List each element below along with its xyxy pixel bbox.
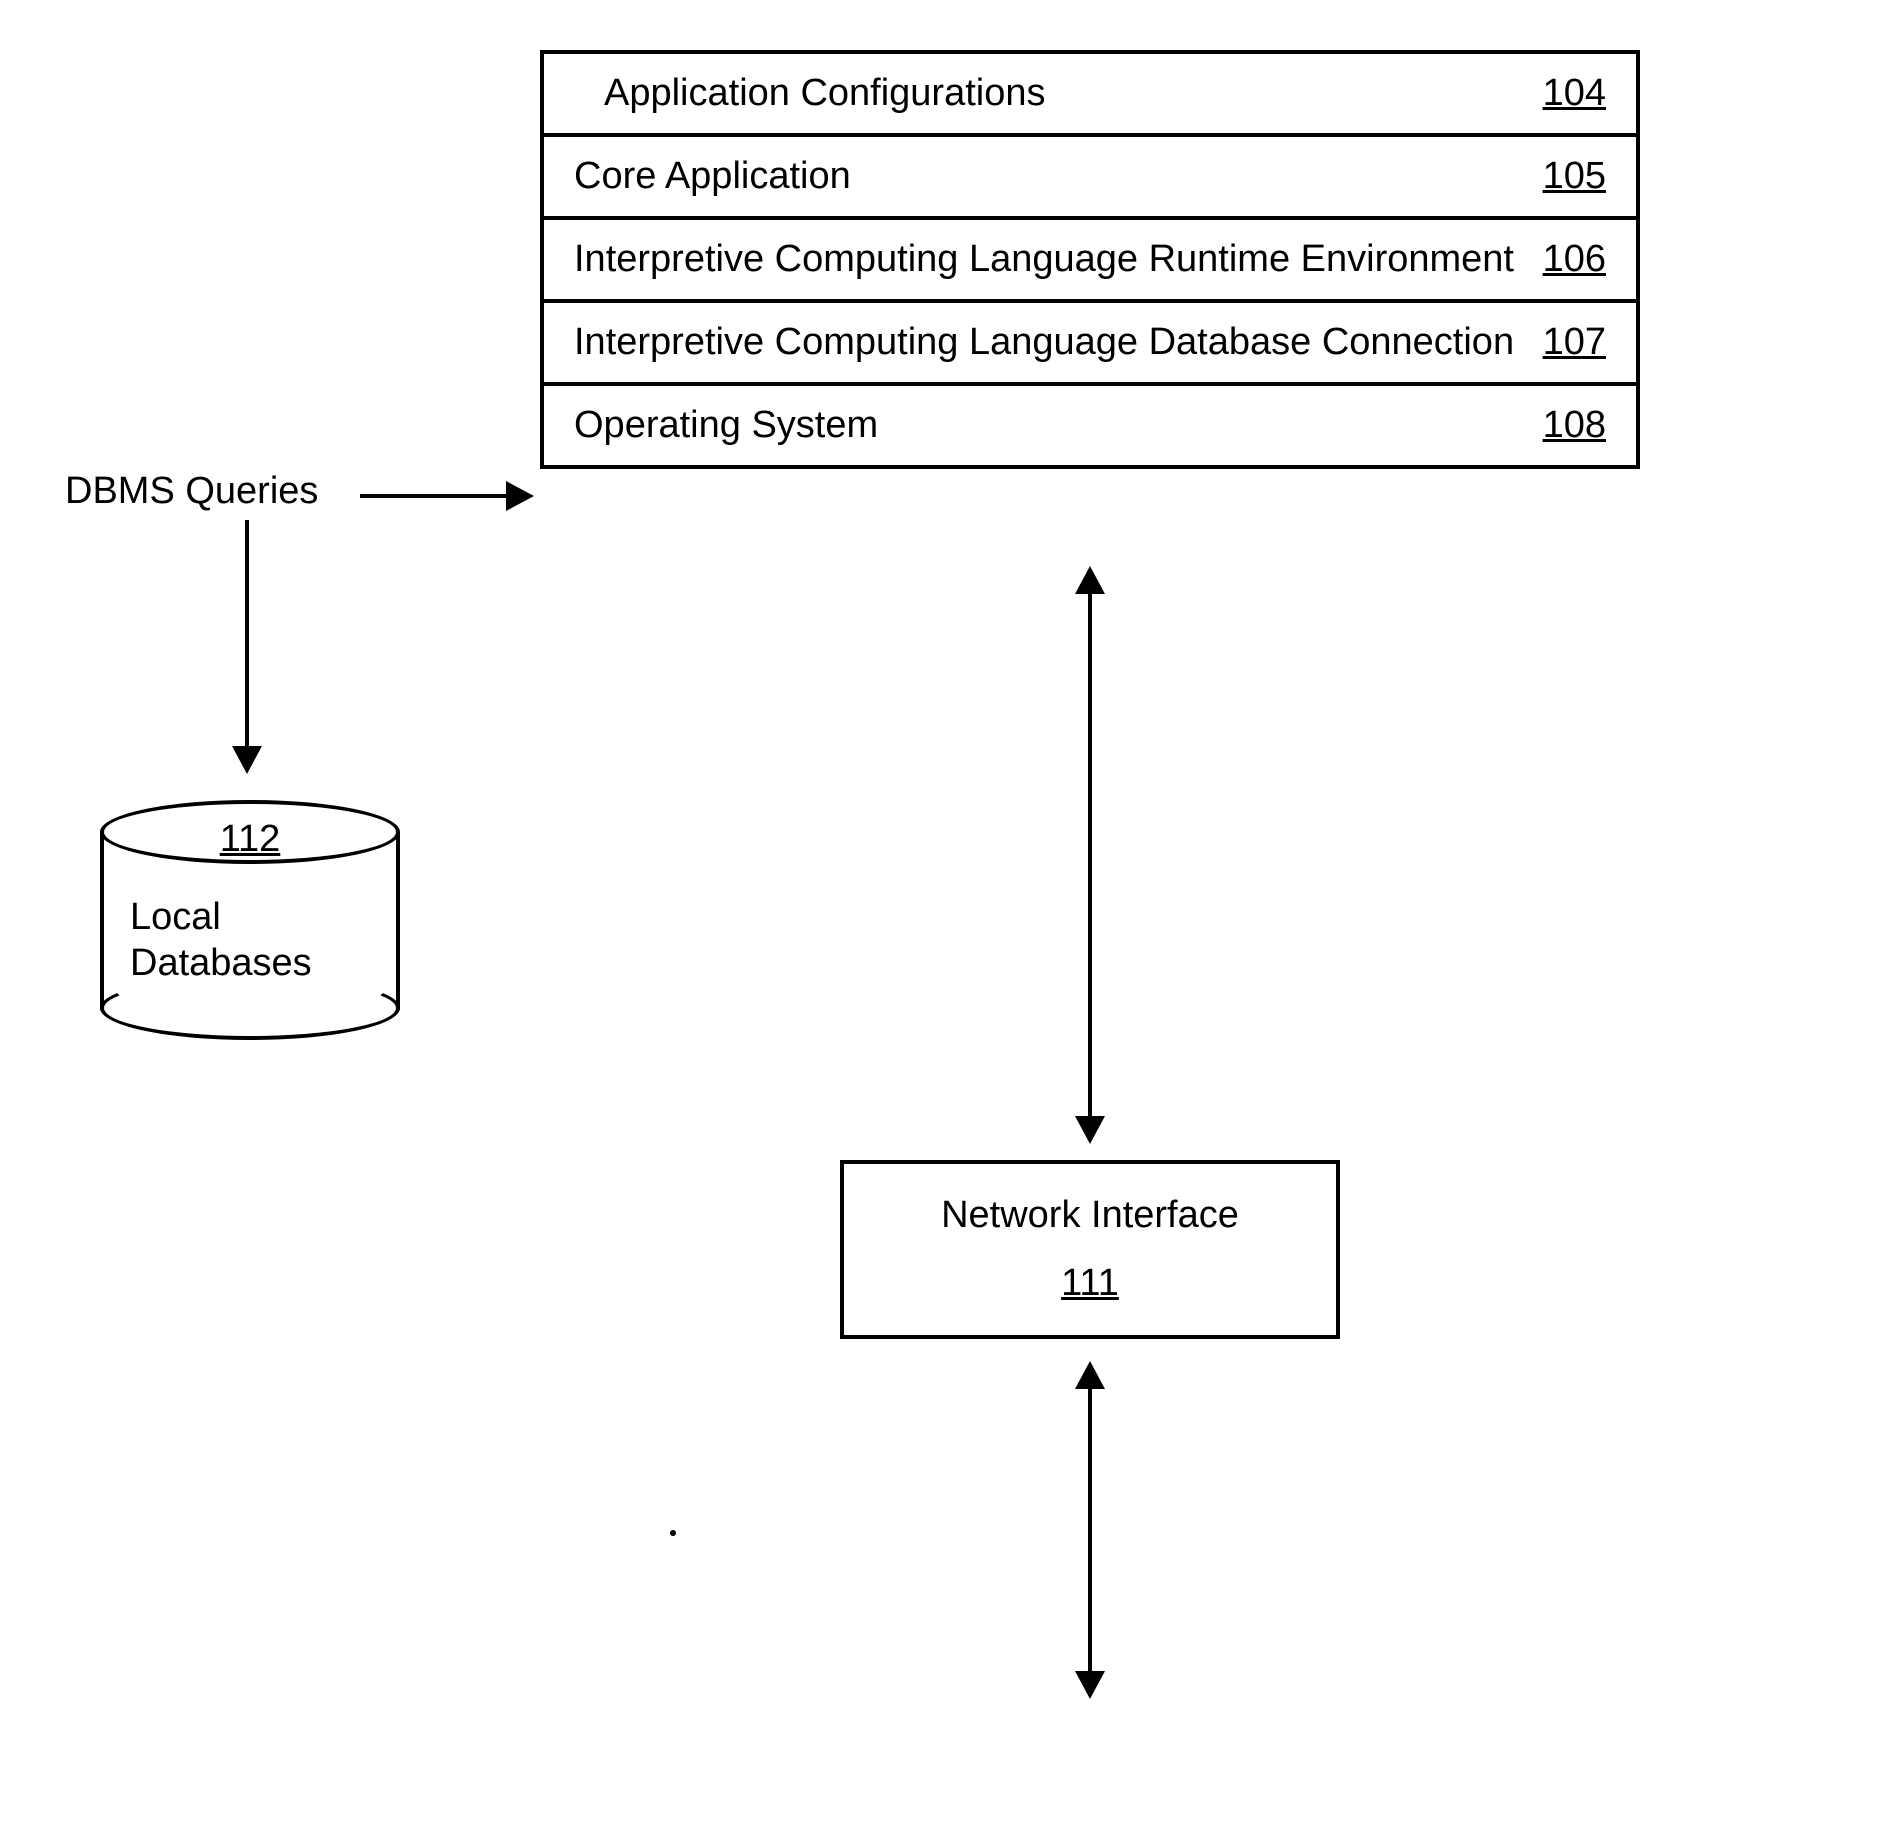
stack-label: Operating System (574, 404, 1543, 447)
stack-ref-num: 108 (1543, 404, 1606, 447)
dot-mark (670, 1530, 676, 1536)
stack-row-runtime-env: Interpretive Computing Language Runtime … (544, 220, 1636, 303)
stack-row-db-connection: Interpretive Computing Language Database… (544, 303, 1636, 386)
software-stack: Application Configurations 104 Core Appl… (540, 50, 1640, 469)
stack-ref-num: 106 (1543, 238, 1606, 281)
stack-ref-num: 107 (1543, 321, 1606, 364)
network-label: Network Interface (864, 1194, 1316, 1237)
cylinder-label-line1: Local (130, 896, 221, 938)
arrow-to-stack-icon (360, 494, 530, 498)
arrow-network-down-icon (1088, 1365, 1092, 1695)
local-databases-cylinder: 112 Local Databases (100, 800, 400, 1040)
arrow-to-database-icon (245, 520, 249, 770)
stack-label: Interpretive Computing Language Runtime … (574, 238, 1543, 281)
stack-label: Interpretive Computing Language Database… (574, 321, 1543, 364)
stack-label: Core Application (574, 155, 1543, 198)
network-ref-num: 111 (864, 1262, 1316, 1305)
cylinder-ref-num: 112 (100, 818, 400, 861)
network-interface-box: Network Interface 111 (840, 1160, 1340, 1339)
cylinder-label-line2: Databases (130, 942, 312, 984)
dbms-queries-label: DBMS Queries (65, 470, 318, 513)
cylinder-label: Local Databases (130, 895, 312, 986)
stack-row-app-config: Application Configurations 104 (544, 54, 1636, 137)
stack-label: Application Configurations (604, 72, 1543, 115)
stack-row-core-app: Core Application 105 (544, 137, 1636, 220)
stack-ref-num: 105 (1543, 155, 1606, 198)
stack-ref-num: 104 (1543, 72, 1606, 115)
arrow-stack-to-network-icon (1088, 570, 1092, 1140)
stack-row-operating-system: Operating System 108 (544, 386, 1636, 465)
